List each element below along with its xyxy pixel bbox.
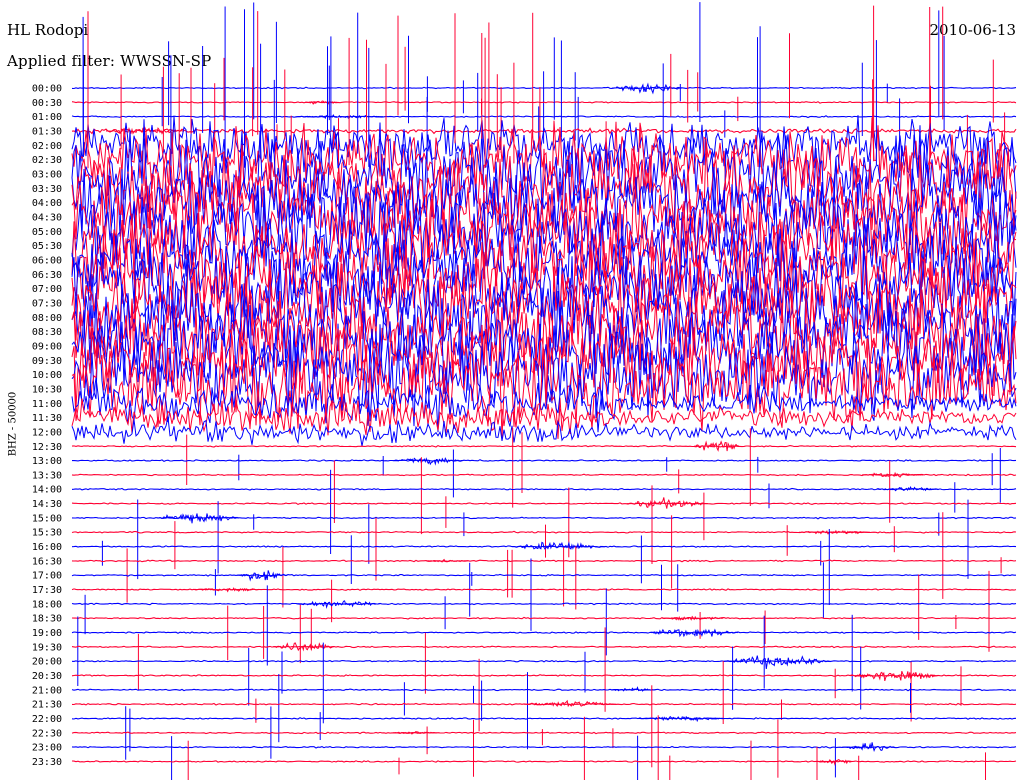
row-time-label: 17:30 [32,585,62,596]
row-time-label: 09:00 [32,341,62,352]
row-time-label: 02:30 [32,155,62,166]
row-time-label: 19:30 [32,642,62,653]
row-time-label: 11:00 [32,399,62,410]
row-time-label: 12:00 [32,427,62,438]
row-time-label: 08:00 [32,313,62,324]
event-burst [649,628,738,638]
trace-line [71,659,1017,663]
row-time-label: 02:00 [32,141,62,152]
row-time-label: 00:00 [32,84,62,95]
trace-line [71,674,1017,677]
row-time-label: 00:30 [32,98,62,109]
trace-line [71,760,1017,763]
event-burst [295,114,384,120]
trace-line [71,602,1017,606]
row-time-label: 13:00 [32,456,62,467]
event-burst [393,457,463,466]
trace-group [71,2,1017,780]
trace-line [71,516,1017,520]
row-time-label: 20:00 [32,657,62,668]
row-time-label: 19:00 [32,628,62,639]
trace-line [71,731,1017,735]
row-time-label: 11:30 [32,413,62,424]
row-time-label: 20:30 [32,671,62,682]
row-time-label: 04:00 [32,198,62,209]
row-time-label: 21:30 [32,700,62,711]
trace-line [71,573,1016,577]
trace-line [71,631,1017,634]
row-time-label: 23:00 [32,743,62,754]
row-time-label: 05:00 [32,227,62,238]
row-time-label: 06:30 [32,270,62,281]
row-time-label: 06:00 [32,256,62,267]
trace-line [71,717,1017,720]
row-time-label: 21:00 [32,685,62,696]
event-burst [273,642,335,652]
helicorder-plot: 00:00 00:30 01:00 01:30 02:00 02:30 03:00 03:30… [32,2,1017,780]
trace-line [71,502,1017,506]
event-burst [842,742,896,752]
row-time-label: 22:30 [32,728,62,739]
time-label-group: 00:00 00:30 01:00 01:30 02:00 02:30 03:00 03:30… [32,84,62,769]
row-time-label: 05:30 [32,241,62,252]
event-burst [305,100,338,105]
row-time-label: 10:00 [32,370,62,381]
row-time-label: 09:30 [32,356,62,367]
row-time-label: 01:00 [32,112,62,123]
trace-line [71,688,1017,692]
trace-line [71,417,1017,447]
row-time-label: 15:00 [32,513,62,524]
trace-line [71,530,1017,534]
event-burst [511,541,605,550]
row-time-label: 18:30 [32,614,62,625]
row-time-label: 14:00 [32,485,62,496]
trace-line [71,745,1017,749]
row-time-label: 16:00 [32,542,62,553]
row-time-label: 03:30 [32,184,62,195]
row-time-label: 01:30 [32,127,62,138]
row-time-label: 04:30 [32,213,62,224]
trace-line [72,459,1017,463]
event-burst [626,497,708,509]
event-burst [862,471,924,478]
row-time-label: 03:00 [32,170,62,181]
row-time-label: 22:00 [32,714,62,725]
event-burst [524,699,617,708]
row-time-label: 17:00 [32,571,62,582]
trace-line [71,559,1017,563]
row-time-label: 18:00 [32,599,62,610]
row-time-label: 14:30 [32,499,62,510]
event-burst [723,655,831,669]
row-time-label: 07:30 [32,298,62,309]
trace-line [71,645,1017,649]
row-time-label: 23:30 [32,757,62,768]
trace-line [71,487,1017,491]
row-time-label: 10:30 [32,384,62,395]
row-time-label: 16:30 [32,556,62,567]
row-time-label: 07:00 [32,284,62,295]
trace-line [71,616,1017,620]
event-burst [694,440,741,452]
row-time-label: 08:30 [32,327,62,338]
row-time-label: 12:30 [32,442,62,453]
row-time-label: 13:30 [32,470,62,481]
event-burst [798,529,870,535]
event-burst [390,731,437,735]
row-time-label: 15:30 [32,528,62,539]
trace-line [71,444,1017,448]
